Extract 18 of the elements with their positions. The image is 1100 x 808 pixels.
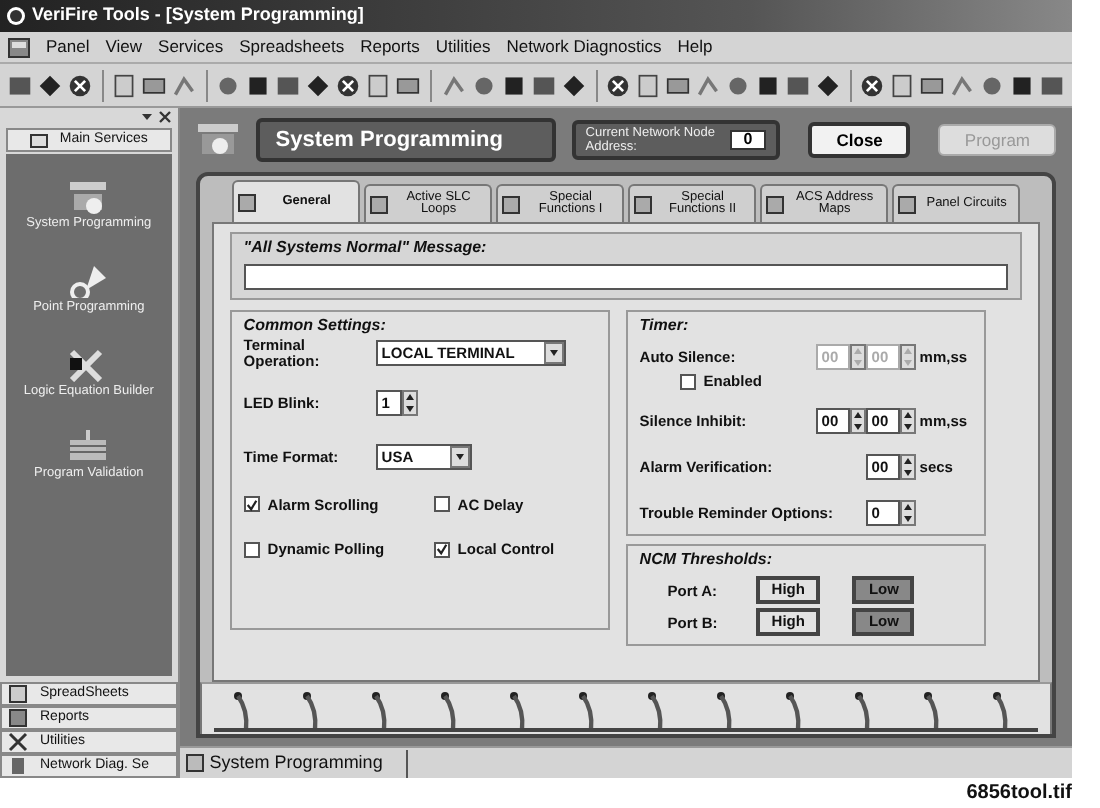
message-label: "All Systems Normal" Message: <box>243 236 489 260</box>
figure-caption: 6856tool.tif <box>964 780 1072 808</box>
close-button[interactable]: Close <box>808 121 911 159</box>
menu-item[interactable]: View <box>105 34 143 60</box>
taskbar-item[interactable]: System Programming <box>179 749 409 777</box>
group-title: Timer: <box>639 314 691 338</box>
menu-item[interactable]: Help <box>677 34 713 60</box>
menu-item[interactable]: Network Diagnostics <box>506 34 662 60</box>
page-title: System Programming <box>255 117 556 163</box>
group-title: Common Settings: <box>243 314 388 338</box>
menu-item[interactable]: Reports <box>360 34 420 60</box>
window-title: VeriFire Tools - [System Programming] <box>32 2 364 29</box>
group-title: NCM Thresholds: <box>639 548 775 573</box>
menu-item[interactable]: Spreadsheets <box>239 34 345 60</box>
node-address-value: 0 <box>729 129 767 151</box>
menu-item[interactable]: Utilities <box>435 34 491 60</box>
menu-item[interactable]: Panel <box>46 34 90 60</box>
menu-item[interactable]: Services <box>158 34 224 60</box>
